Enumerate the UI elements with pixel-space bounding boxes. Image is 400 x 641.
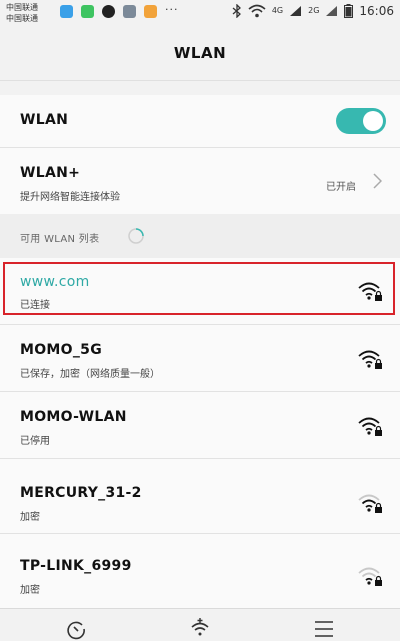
wlan-toggle-switch[interactable] xyxy=(336,108,386,134)
app-notification-icon-1 xyxy=(60,5,73,18)
signal-strength-icon-2 xyxy=(326,6,338,16)
wlan-toggle-row[interactable]: WLAN xyxy=(0,95,400,147)
network-status: 加密 xyxy=(20,585,40,596)
wifi-lock-icon xyxy=(358,282,382,301)
clock: 16:06 xyxy=(359,4,394,18)
bottom-toolbar xyxy=(0,608,400,641)
network-name: MERCURY_31-2 xyxy=(20,485,142,501)
network-item-momo-wlan[interactable]: MOMO-WLAN 已停用 xyxy=(0,392,400,458)
network-name: www.com xyxy=(20,274,90,290)
network-item-tp-link[interactable]: TP-LINK_6999 加密 xyxy=(0,534,400,608)
toggle-knob xyxy=(363,111,383,131)
carrier-info: 中国联通 中国联通 xyxy=(6,2,38,24)
wifi-lock-icon xyxy=(358,494,382,513)
network-type-2: 2G xyxy=(308,6,320,15)
wlan-plus-label: WLAN+ xyxy=(20,165,81,181)
network-item-mercury[interactable]: MERCURY_31-2 加密 xyxy=(0,459,400,533)
network-name: MOMO-WLAN xyxy=(20,409,127,425)
refresh-icon[interactable] xyxy=(64,617,88,641)
title-bar: WLAN xyxy=(0,28,400,80)
more-notifications-icon: ··· xyxy=(165,3,179,16)
app-notification-icon-4 xyxy=(123,5,136,18)
signal-strength-icon-1 xyxy=(290,6,302,16)
carrier-line-2: 中国联通 xyxy=(6,14,38,23)
menu-icon[interactable] xyxy=(312,617,336,641)
network-item-momo-5g[interactable]: MOMO_5G 已保存，加密（网络质量一般） xyxy=(0,325,400,391)
status-bar: 中国联通 中国联通 ··· 4G 2G 16:06 xyxy=(0,0,400,28)
network-type-1: 4G xyxy=(271,6,284,15)
wifi-lock-icon xyxy=(358,350,382,369)
loading-spinner-icon xyxy=(128,228,144,244)
notification-icons: ··· xyxy=(60,3,179,18)
wlan-settings-screen: 中国联通 中国联通 ··· 4G 2G 16:06 WLAN WLAN WLAN… xyxy=(0,0,400,641)
network-status: 已保存，加密（网络质量一般） xyxy=(20,369,160,380)
app-notification-icon-5 xyxy=(144,5,157,18)
network-status: 已停用 xyxy=(20,436,50,447)
carrier-line-1: 中国联通 xyxy=(6,3,38,12)
network-name: MOMO_5G xyxy=(20,342,102,358)
status-indicators: 4G 2G 16:06 xyxy=(232,4,394,18)
network-name: TP-LINK_6999 xyxy=(20,558,132,574)
qq-icon xyxy=(102,5,115,18)
top-strip xyxy=(0,81,400,95)
wifi-status-icon xyxy=(248,4,266,18)
wifi-lock-icon xyxy=(358,567,382,586)
wifi-lock-icon xyxy=(358,417,382,436)
network-item-www-com[interactable]: www.com 已连接 xyxy=(0,258,400,324)
available-networks-label: 可用 WLAN 列表 xyxy=(20,234,100,245)
add-network-icon[interactable] xyxy=(188,617,212,641)
wlan-toggle-label: WLAN xyxy=(20,112,69,128)
wlan-plus-subtitle: 提升网络智能连接体验 xyxy=(20,192,120,203)
network-status: 已连接 xyxy=(20,300,50,311)
page-title: WLAN xyxy=(173,44,227,62)
wechat-icon xyxy=(81,5,94,18)
network-status: 加密 xyxy=(20,512,40,523)
battery-icon xyxy=(344,4,354,18)
available-networks-header: 可用 WLAN 列表 xyxy=(0,214,400,258)
wlan-plus-status: 已开启 xyxy=(326,182,356,193)
bluetooth-icon xyxy=(232,4,241,18)
chevron-right-icon xyxy=(373,173,382,189)
wlan-plus-row[interactable]: WLAN+ 提升网络智能连接体验 已开启 xyxy=(0,148,400,214)
